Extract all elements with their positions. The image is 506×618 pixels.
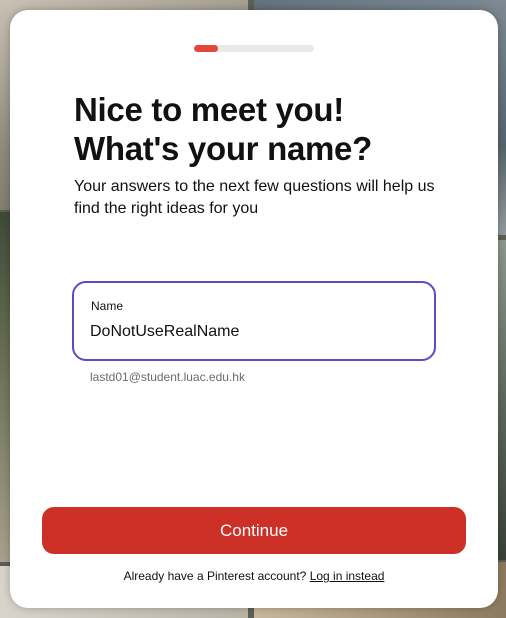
email-helper-text: lastd01@student.luac.edu.hk: [90, 370, 245, 384]
subtitle-text: Your answers to the next few questions w…: [74, 178, 435, 217]
login-prompt-text: Already have a Pinterest account?: [123, 569, 307, 583]
continue-button[interactable]: Continue: [42, 507, 466, 554]
name-field-label: Name: [91, 299, 124, 313]
progress-bar: [194, 45, 314, 52]
title-line-2: What's your name?: [74, 130, 372, 167]
name-field[interactable]: Name: [72, 281, 436, 361]
progress-bar-fill: [194, 45, 218, 52]
page-title: Nice to meet you! What's your name?: [74, 90, 454, 168]
title-line-1: Nice to meet you!: [74, 91, 344, 128]
name-input[interactable]: [90, 323, 410, 341]
log-in-link[interactable]: Log in instead: [310, 569, 385, 583]
login-prompt: Already have a Pinterest account? Log in…: [10, 569, 498, 583]
signup-modal: Nice to meet you! What's your name? Your…: [10, 10, 498, 608]
